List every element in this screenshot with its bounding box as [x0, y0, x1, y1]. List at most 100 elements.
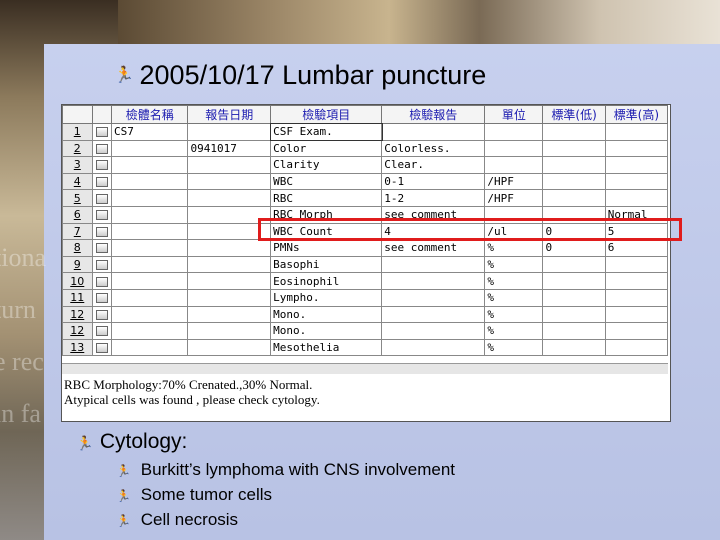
row-select-cell [91, 305, 112, 324]
cell-date [187, 156, 272, 174]
header-select [91, 105, 112, 124]
cell-date [187, 172, 272, 191]
row-number-link[interactable]: 1 [62, 123, 93, 141]
cell-date [187, 239, 272, 257]
row-select-cell [91, 288, 112, 307]
row-select-icon[interactable] [95, 210, 108, 221]
row-number-link[interactable]: 10 [62, 272, 93, 290]
bullet-icon: 🏃 [114, 65, 134, 84]
slide-title-text: 2005/10/17 Lumbar puncture [139, 60, 487, 90]
cell-low: 0 [542, 239, 606, 257]
row-select-icon[interactable] [95, 127, 108, 138]
table-row[interactable]: 4 WBC 0-1/HPF [62, 172, 669, 191]
row-number-link[interactable]: 9 [62, 255, 93, 274]
bullet-icon: 🏃 [116, 514, 131, 528]
cell-low [542, 322, 606, 340]
cell-low [542, 288, 606, 307]
header-unit[interactable]: 單位 [484, 105, 544, 124]
cell-item: CSF Exam. [269, 122, 383, 142]
cell-specimen [110, 156, 189, 174]
row-number-link[interactable]: 6 [62, 205, 93, 224]
row-select-icon[interactable] [95, 326, 108, 337]
row-select-icon[interactable] [95, 177, 108, 188]
header-low[interactable]: 標準(低) [542, 105, 606, 124]
row-select-icon[interactable] [95, 226, 108, 237]
row-number-link[interactable]: 13 [62, 338, 93, 357]
cytology-heading-text: Cytology: [99, 430, 188, 453]
cell-result [381, 255, 486, 274]
cytology-heading: 🏃 Cytology: [76, 430, 187, 454]
row-select-icon[interactable] [95, 293, 108, 304]
header-test-item[interactable]: 檢驗項目 [270, 105, 383, 124]
slide-title: 🏃 2005/10/17 Lumbar puncture [114, 60, 486, 96]
cell-item: Color [270, 139, 383, 158]
cell-unit [484, 123, 544, 141]
list-item: 🏃 Burkitt’s lymphoma with CNS involvemen… [116, 458, 455, 483]
row-select-cell [91, 239, 112, 257]
row-number-link[interactable]: 12 [62, 322, 93, 340]
cell-item: WBC [270, 172, 383, 191]
cell-high [604, 305, 669, 324]
table-row[interactable]: 8 PMNs see comment% 0 6 [62, 239, 669, 257]
table-row[interactable]: 12 Mono.% [62, 322, 669, 340]
cell-low [542, 305, 606, 324]
cell-date [187, 123, 272, 141]
cell-date [187, 322, 272, 340]
cell-result [381, 338, 486, 357]
row-select-icon[interactable] [95, 243, 108, 254]
report-notes: RBC Morphology:70% Crenated.,30% Normal.… [64, 377, 664, 407]
row-select-icon[interactable] [95, 309, 108, 320]
table-row[interactable]: 2 0941017 Color Colorless. [62, 139, 669, 158]
cell-item: Eosinophil [270, 272, 383, 290]
row-select-cell [91, 222, 112, 241]
cell-low [542, 189, 606, 207]
cell-item: RBC [270, 189, 383, 207]
row-number-link[interactable]: 3 [62, 156, 93, 174]
table-row[interactable]: 11 Lympho.% [62, 288, 669, 307]
row-number-link[interactable]: 2 [62, 139, 93, 158]
cell-item: Basophi [270, 255, 383, 274]
row-number-link[interactable]: 7 [62, 222, 93, 241]
table-row[interactable]: 10 Eosinophil% [62, 272, 669, 290]
header-result[interactable]: 檢驗報告 [381, 105, 486, 124]
row-select-cell [91, 156, 112, 174]
header-specimen[interactable]: 檢體名稱 [110, 105, 189, 124]
table-row[interactable]: 3 Clarity Clear. [62, 156, 669, 174]
row-select-icon[interactable] [95, 343, 108, 354]
table-row[interactable]: 9 Basophi% [62, 255, 669, 274]
cell-result [381, 272, 486, 290]
header-high[interactable]: 標準(高) [604, 105, 669, 124]
cell-unit: % [484, 305, 544, 324]
row-number-link[interactable]: 5 [62, 189, 93, 207]
horizontal-scrollbar[interactable] [62, 363, 668, 374]
row-number-link[interactable]: 12 [62, 305, 93, 324]
cell-date [187, 272, 272, 290]
cell-low [542, 156, 606, 174]
list-item: 🏃 Cell necrosis [116, 508, 455, 533]
table-row[interactable]: 13 Mesothelia% [62, 338, 669, 357]
row-select-icon[interactable] [95, 160, 108, 171]
table-row[interactable]: 5 RBC 1-2/HPF [62, 189, 669, 207]
table-row[interactable]: 1 CS7 CSF Exam. [62, 122, 669, 142]
cytology-list: 🏃 Burkitt’s lymphoma with CNS involvemen… [116, 458, 455, 533]
cell-date [187, 288, 272, 307]
row-number-link[interactable]: 11 [62, 288, 93, 307]
row-select-icon[interactable] [95, 193, 108, 204]
row-select-cell [91, 338, 112, 357]
cell-low [542, 123, 606, 141]
cell-unit [484, 139, 544, 158]
row-select-icon[interactable] [95, 260, 108, 271]
cell-result [381, 123, 486, 141]
cell-high [604, 189, 669, 207]
row-select-cell [91, 139, 112, 158]
cell-specimen: CS7 [110, 123, 189, 141]
table-row[interactable]: 12 Mono.% [62, 305, 669, 324]
list-item: 🏃 Some tumor cells [116, 483, 455, 508]
cell-item: Clarity [270, 156, 383, 174]
header-report-date[interactable]: 報告日期 [187, 105, 272, 124]
row-select-cell [91, 189, 112, 207]
row-select-icon[interactable] [95, 276, 108, 287]
row-number-link[interactable]: 8 [62, 239, 93, 257]
row-select-icon[interactable] [95, 143, 108, 154]
row-number-link[interactable]: 4 [62, 172, 93, 191]
